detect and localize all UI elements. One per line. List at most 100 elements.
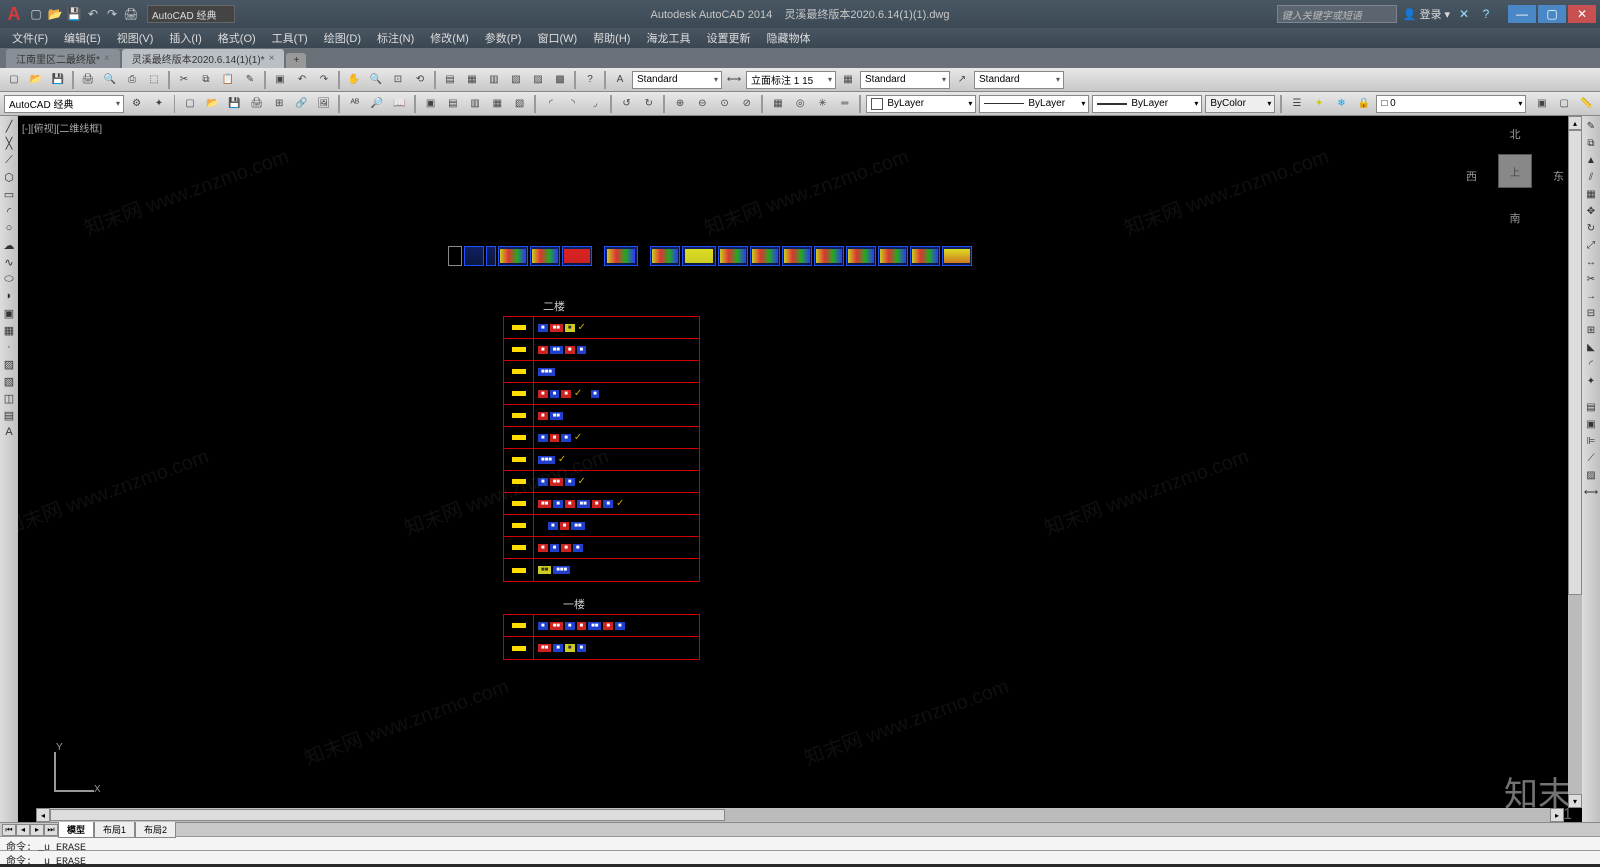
viewcube-south[interactable]: 南 [1510,210,1521,226]
fillet-icon[interactable]: ◜ [1583,356,1599,372]
make-block-icon[interactable]: ▦ [1,322,17,338]
stretch-icon[interactable]: ↔ [1583,254,1599,270]
text-style-icon[interactable]: A [610,70,630,90]
align-icon[interactable]: ⊫ [1583,433,1599,449]
zoom-ext-icon[interactable]: ⊕ [670,94,689,114]
new2-icon[interactable]: ▢ [180,94,199,114]
scroll-up-icon[interactable]: ▴ [1568,116,1582,130]
lineweight-combo[interactable]: ByLayer [1092,95,1202,113]
arc-tool-icon[interactable]: ◜ [1,203,17,219]
zoom-realtime-icon[interactable]: 🔍 [366,70,386,90]
tab-prev-icon[interactable]: ◂ [16,824,30,836]
point-tool-icon[interactable]: · [1,339,17,355]
layer-color-combo[interactable]: ByLayer [866,95,976,113]
arc3-icon[interactable]: ◞ [586,94,605,114]
polar-icon[interactable]: ✳ [813,94,832,114]
tab-first-icon[interactable]: ⏮ [2,824,16,836]
menu-insert[interactable]: 插入(I) [163,28,207,48]
ellipse-arc-icon[interactable]: ◗ [1,288,17,304]
explode-icon[interactable]: ✦ [1583,373,1599,389]
open-icon[interactable]: 📂 [47,6,63,22]
region-tool-icon[interactable]: ◫ [1,390,17,406]
undo2-icon[interactable]: ↶ [292,70,312,90]
array-icon[interactable]: ▦ [1583,186,1599,202]
menu-hide[interactable]: 隐藏物体 [760,28,816,48]
rect-tool-icon[interactable]: ▭ [1,186,17,202]
polygon-tool-icon[interactable]: ⬡ [1,169,17,185]
arc2-icon[interactable]: ◝ [563,94,582,114]
doc-tab-1[interactable]: 江南里区二最终版* × [6,49,120,68]
viewport-label[interactable]: [-][俯视][二维线框] [22,120,102,135]
scroll-left-icon[interactable]: ◂ [36,808,50,822]
help-icon[interactable]: ? [1478,6,1494,22]
save-file-icon[interactable]: 💾 [48,70,68,90]
hatch-edit-icon[interactable]: ▨ [1583,467,1599,483]
linetype-combo[interactable]: ByLayer [979,95,1089,113]
tool-palette-icon[interactable]: ▥ [484,70,504,90]
sheet-set-icon[interactable]: ▧ [506,70,526,90]
app-logo-icon[interactable]: A [4,4,24,24]
zoom-in-icon[interactable]: ⊘ [737,94,756,114]
trim-icon[interactable]: ✂ [1583,271,1599,287]
undo-icon[interactable]: ↶ [85,6,101,22]
xref-icon[interactable]: 🔗 [292,94,311,114]
preview-icon[interactable]: 🔍 [100,70,120,90]
table-style-icon[interactable]: ▦ [838,70,858,90]
print-icon[interactable]: 🖨 [123,6,139,22]
plot-style-combo[interactable]: ByColor [1205,95,1275,113]
ucs-icon[interactable]: Y X [40,742,100,802]
grid-icon[interactable]: ▦ [768,94,787,114]
pan-icon[interactable]: ✋ [344,70,364,90]
design-center-icon[interactable]: ▦ [462,70,482,90]
mleader-style-combo[interactable]: Standard [974,71,1064,89]
menu-update[interactable]: 设置更新 [700,28,756,48]
join-icon[interactable]: ⊞ [1583,322,1599,338]
find-icon[interactable]: 🔎 [368,94,387,114]
group2-icon[interactable]: ▣ [1583,416,1599,432]
scroll-thumb[interactable] [1568,130,1582,595]
measure-icon[interactable]: 📏 [1577,94,1596,114]
new-tab-button[interactable]: + [286,53,306,68]
draworder-icon[interactable]: ▤ [1583,399,1599,415]
new-icon[interactable]: ▢ [28,6,44,22]
maximize-button[interactable]: ▢ [1538,5,1566,23]
menu-tools[interactable]: 工具(T) [266,28,314,48]
table-style-combo[interactable]: Standard [860,71,950,89]
xline-tool-icon[interactable]: ╳ [1,135,17,151]
layout2-tab[interactable]: 布局2 [135,821,176,838]
quickcalc-icon[interactable]: ▩ [550,70,570,90]
save-icon[interactable]: 💾 [66,6,82,22]
chamfer-icon[interactable]: ◣ [1583,339,1599,355]
current-layer-combo[interactable]: □ 0 [1376,95,1526,113]
pedit-icon[interactable]: ⟋ [1583,450,1599,466]
viewcube-north[interactable]: 北 [1510,126,1521,142]
lay4-icon[interactable]: ▦ [488,94,507,114]
arc1-icon[interactable]: ◜ [541,94,560,114]
zoom-window-icon[interactable]: ⊡ [388,70,408,90]
snap-icon[interactable]: ◎ [791,94,810,114]
dictionary-icon[interactable]: 📖 [390,94,409,114]
lay2-icon[interactable]: ▤ [443,94,462,114]
dim-style-icon[interactable]: ⟷ [724,70,744,90]
ellipse-tool-icon[interactable]: ⬭ [1,271,17,287]
redo2-icon[interactable]: ↷ [314,70,334,90]
fwd-icon[interactable]: ↻ [639,94,658,114]
tab-close-icon[interactable]: × [269,53,275,64]
spline-tool-icon[interactable]: ∿ [1,254,17,270]
spell-icon[interactable]: ᴬᴮ [345,94,364,114]
table-tool-icon[interactable]: ▤ [1,407,17,423]
workspace-save-icon[interactable]: ✦ [149,94,168,114]
drawing-canvas[interactable]: [-][俯视][二维线框] 北 南 西 东 上 [18,116,1582,822]
scroll-right-icon[interactable]: ▸ [1550,808,1564,822]
paste-icon[interactable]: 📋 [218,70,238,90]
insert-block-icon[interactable]: ▣ [1,305,17,321]
menu-view[interactable]: 视图(V) [111,28,160,48]
osnap-icon[interactable]: ═ [835,94,854,114]
close-button[interactable]: ✕ [1568,5,1596,23]
mirror-icon[interactable]: ▲ [1583,152,1599,168]
text-style-combo[interactable]: Standard [632,71,722,89]
menu-file[interactable]: 文件(F) [6,28,54,48]
workspace-selector[interactable]: AutoCAD 经典 [147,5,235,23]
tab-next-icon[interactable]: ▸ [30,824,44,836]
menu-format[interactable]: 格式(O) [212,28,262,48]
